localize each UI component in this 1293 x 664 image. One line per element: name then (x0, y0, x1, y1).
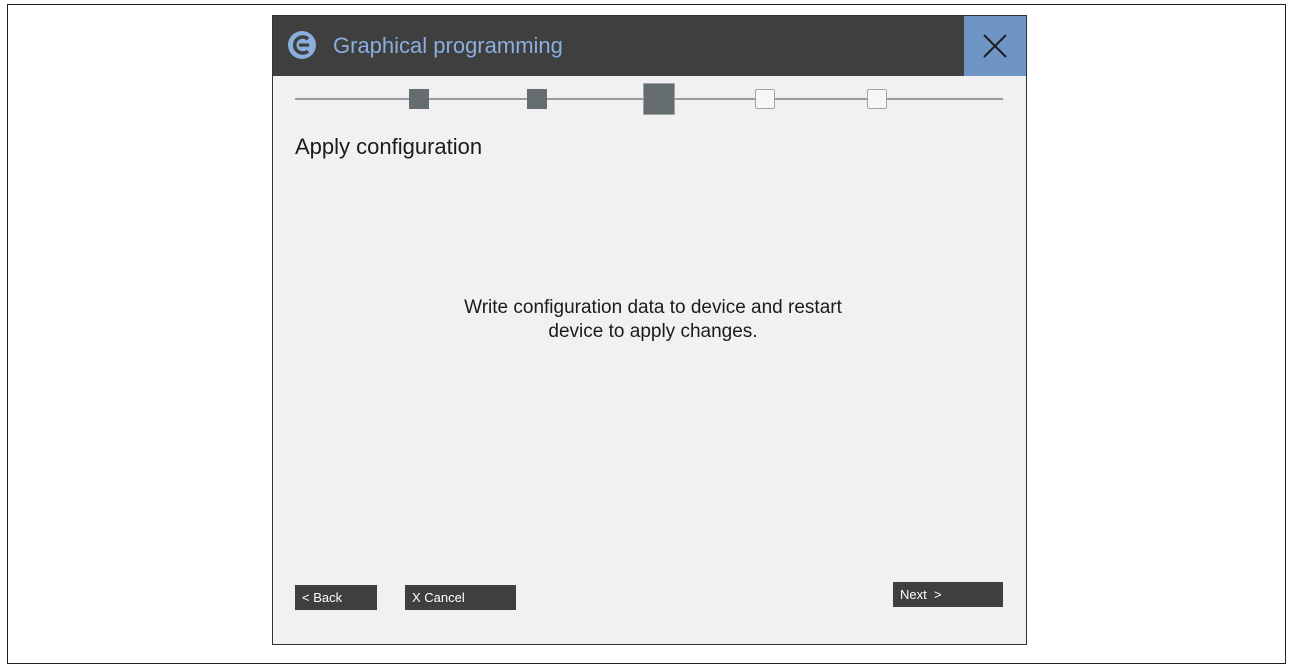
wizard-dialog: Graphical programming Apply configuratio… (272, 15, 1027, 645)
step-1 (409, 89, 429, 109)
title-bar: Graphical programming (273, 16, 1026, 76)
cancel-button[interactable]: X Cancel (405, 585, 516, 610)
close-button[interactable] (964, 16, 1026, 76)
app-logo-icon (288, 31, 316, 59)
instruction-message: Write configuration data to device and r… (393, 296, 913, 344)
next-button[interactable]: Next > (893, 582, 1003, 607)
message-line-2: device to apply changes. (548, 321, 758, 342)
back-button[interactable]: < Back (295, 585, 377, 610)
window-title: Graphical programming (333, 33, 563, 58)
step-5 (867, 89, 887, 109)
step-2 (527, 89, 547, 109)
step-3 (643, 83, 675, 115)
step-indicator (295, 83, 1003, 120)
message-line-1: Write configuration data to device and r… (464, 297, 842, 318)
step-4 (755, 89, 775, 109)
close-icon (983, 34, 1007, 58)
page-title: Apply configuration (295, 134, 483, 159)
